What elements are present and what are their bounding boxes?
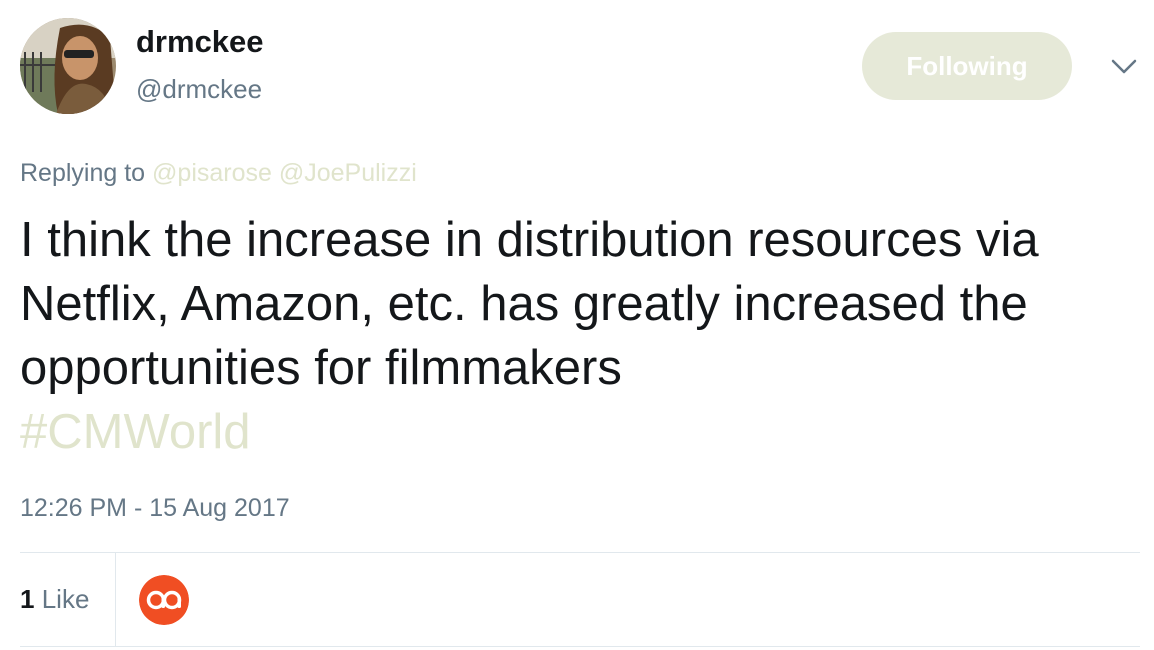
like-count-number: 1 <box>20 584 35 614</box>
stats-separator <box>115 553 116 646</box>
tweet: drmckee @drmckee Following Replying to @… <box>0 0 1154 650</box>
replying-to: Replying to @pisarose @JoePulizzi <box>20 156 417 190</box>
chevron-down-icon[interactable] <box>1108 54 1140 78</box>
mention-link-pisarose[interactable]: @pisarose <box>152 159 272 187</box>
tweet-body: I think the increase in distribution res… <box>20 213 1039 395</box>
tweet-text: I think the increase in distribution res… <box>20 208 1130 464</box>
divider <box>20 646 1140 647</box>
replying-to-label: Replying to <box>20 159 146 187</box>
author-display-name[interactable]: drmckee <box>136 22 264 62</box>
like-count-label: Like <box>41 584 90 614</box>
author-avatar[interactable] <box>20 18 116 114</box>
following-button[interactable]: Following <box>862 32 1072 100</box>
hashtag-link[interactable]: #CMWorld <box>20 405 251 459</box>
like-count[interactable]: 1 Like <box>20 582 89 616</box>
liker-avatar[interactable] <box>139 575 189 625</box>
mention-link-joepulizzi[interactable]: @JoePulizzi <box>279 159 417 187</box>
author-screen-name[interactable]: @drmckee <box>136 72 262 106</box>
divider <box>20 552 1140 553</box>
tweet-timestamp[interactable]: 12:26 PM - 15 Aug 2017 <box>20 490 290 526</box>
